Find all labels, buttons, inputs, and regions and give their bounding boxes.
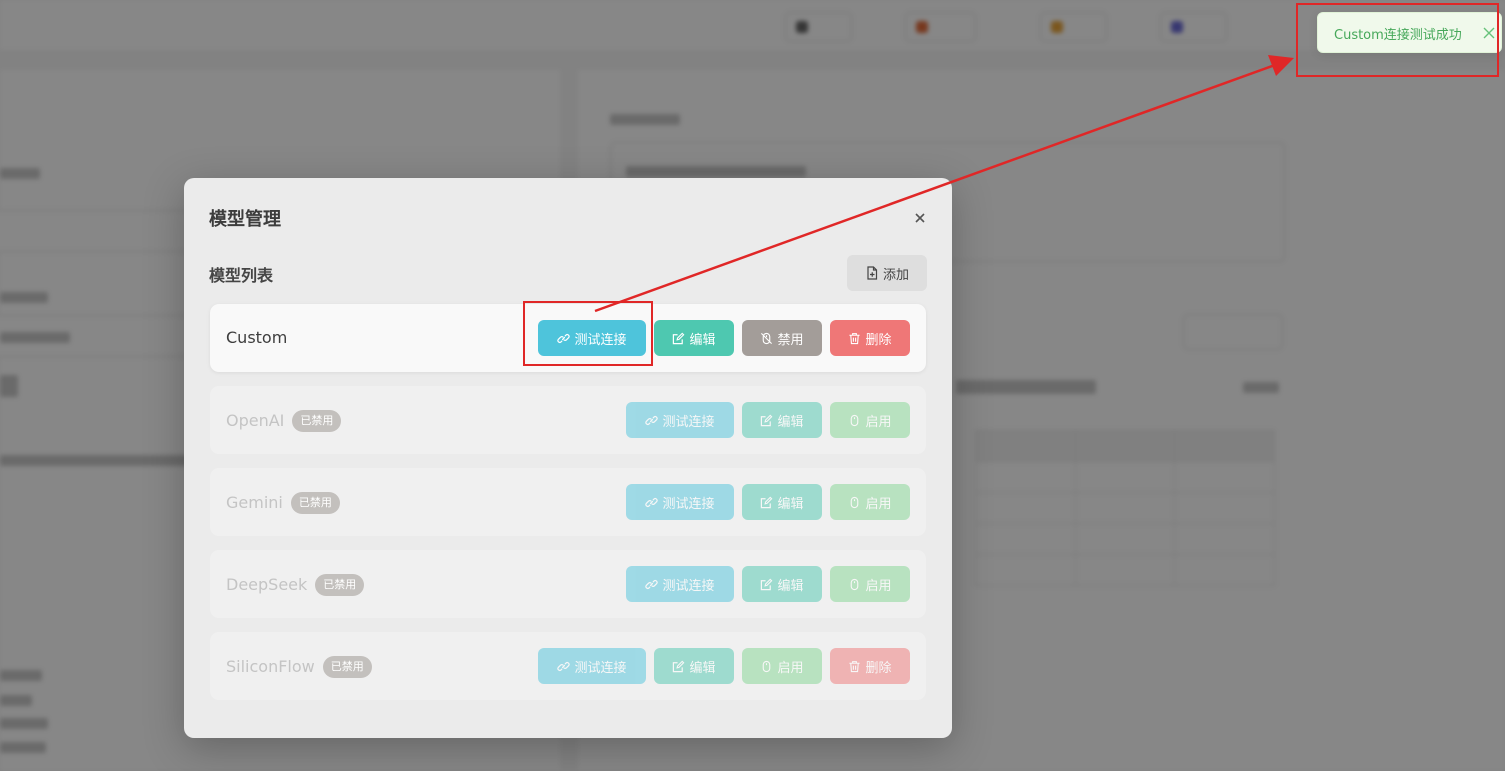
- annotation-arrow: [594, 55, 1294, 313]
